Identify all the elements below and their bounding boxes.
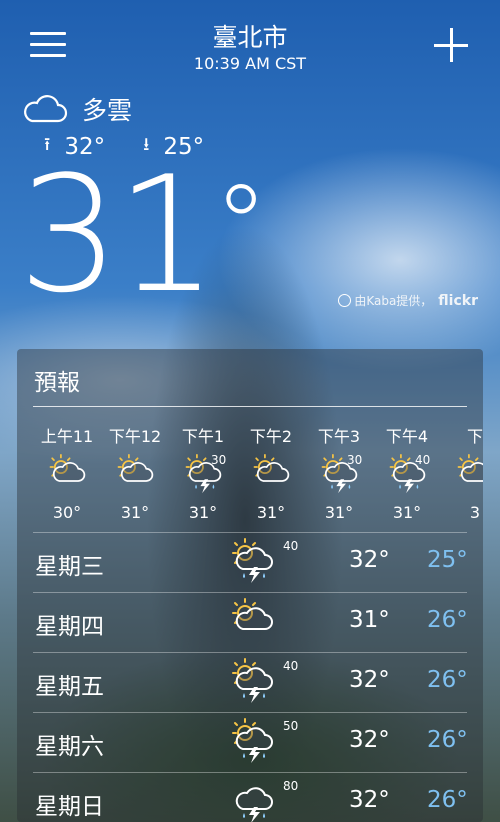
thunderstorm-sun-icon [229,657,289,707]
hourly-item: 下午1 30 31° [169,409,237,522]
divider [33,406,467,407]
hour-temp: 31° [188,503,218,522]
condition-text: 多雲 [82,96,133,125]
day-name: 星期六 [35,734,104,760]
day-low: 26° [427,727,468,753]
hour-label: 下午12 [108,427,162,446]
current-temp-value: 31 [18,141,218,328]
day-name: 星期五 [35,674,104,700]
day-name: 星期日 [35,794,104,820]
hour-temp: 31° [120,503,150,522]
hour-label: 下 [466,427,483,446]
hour-label: 上午11 [40,427,94,446]
hourly-item: 下午3 30 31° [305,409,373,522]
hour-temp: 31° [256,503,286,522]
precip-chance: 40 [283,659,299,673]
hour-label: 下午3 [317,427,361,446]
hourly-item: 下午4 40 31° [373,409,441,522]
top-bar: 臺北市 10:39 AM CST [0,0,500,80]
precip-chance: 50 [283,719,299,733]
hourly-item: 下午12 31° [101,409,169,522]
daily-row[interactable]: 星期日 80 32° 26° [33,772,468,822]
day-low: 26° [427,787,468,813]
add-location-button[interactable] [434,28,468,62]
day-high: 32° [349,547,390,573]
thunderstorm-sun-icon [229,717,289,767]
forecast-title: 預報 [34,370,80,396]
day-high: 32° [349,667,390,693]
daily-row[interactable]: 星期六 50 32° 26° [33,712,468,772]
current-temperature: 31° [18,155,269,315]
hourly-item: 下午2 31° [237,409,305,522]
daily-row[interactable]: 星期三 40 32° 25° [33,532,468,592]
hour-label: 下午1 [181,427,225,446]
precip-chance: 80 [283,779,299,793]
precip-chance: 40 [415,453,431,467]
daily-row[interactable]: 星期四 31° 26° [33,592,468,652]
photo-credit[interactable]: 由Kaba提供， flickr [338,292,478,309]
day-low: 26° [427,667,468,693]
cloud-icon [24,95,68,123]
hour-temp: 31° [392,503,422,522]
thunderstorm-icon [229,777,289,822]
day-high: 32° [349,727,390,753]
creative-commons-icon [338,294,352,307]
hour-label: 下午4 [385,427,429,446]
day-high: 32° [349,787,390,813]
city-name: 臺北市 [212,23,288,52]
hour-temp: 31° [324,503,354,522]
precip-chance: 30 [211,453,227,467]
partly-sunny-icon [229,597,289,647]
day-name: 星期三 [35,554,104,580]
day-name: 星期四 [35,614,104,640]
local-time: 10:39 AM CST [193,54,307,73]
day-low: 25° [427,547,468,573]
day-high: 31° [349,607,390,633]
hourly-forecast[interactable]: 上午11 30° 下午12 31° 下午1 30 31° 下午2 31° 下午3… [17,409,483,529]
flickr-logo: flickr [438,292,478,309]
hour-temp: 3 [469,503,481,522]
credit-text: 由Kaba提供， [354,294,433,308]
hourly-item: 下 3 [441,409,483,522]
precip-chance: 40 [283,539,299,553]
daily-row[interactable]: 星期五 40 32° 26° [33,652,468,712]
current-condition: 多雲 [22,92,132,126]
degree-symbol: ° [213,161,269,289]
hour-temp: 30° [52,503,82,522]
forecast-panel: 預報 上午11 30° 下午12 31° 下午1 30 31° 下午2 31° … [17,349,483,822]
precip-chance: 30 [347,453,363,467]
hour-label: 下午2 [249,427,293,446]
hourly-item: 上午11 30° [33,409,101,522]
thunderstorm-sun-icon [229,537,289,587]
day-low: 26° [427,607,468,633]
